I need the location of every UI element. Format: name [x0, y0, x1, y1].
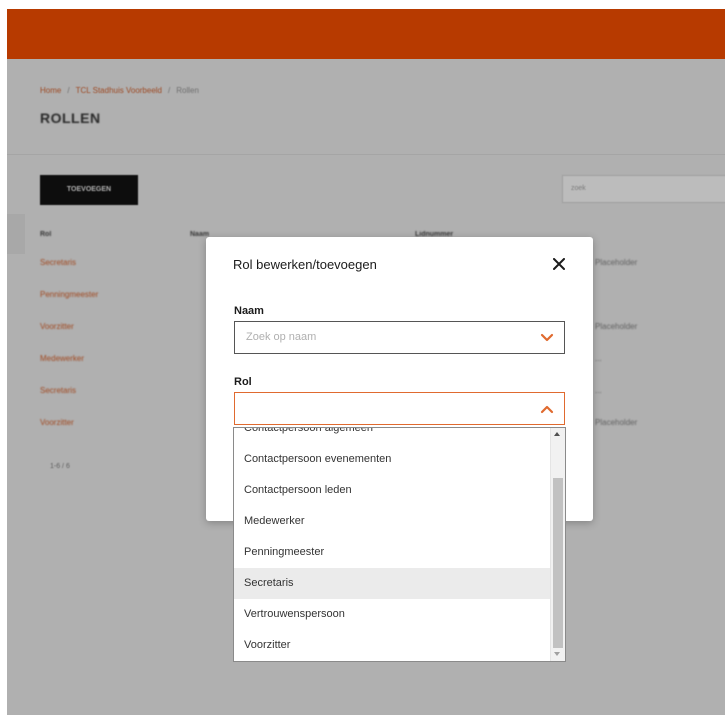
- naam-placeholder: Zoek op naam: [246, 331, 317, 343]
- naam-label: Naam: [234, 305, 264, 317]
- dropdown-option[interactable]: Contactpersoon leden: [234, 475, 550, 506]
- chevron-down-icon: [540, 333, 554, 342]
- dialog-title: Rol bewerken/toevoegen: [233, 257, 377, 272]
- scroll-up-arrow-icon[interactable]: [554, 432, 560, 436]
- dropdown-option-highlighted[interactable]: Secretaris: [234, 568, 550, 599]
- scroll-down-arrow-icon[interactable]: [554, 652, 560, 656]
- rol-select[interactable]: [234, 392, 565, 425]
- dropdown-option[interactable]: Voorzitter: [234, 630, 550, 661]
- dropdown-option[interactable]: Contactpersoon evenementen: [234, 444, 550, 475]
- dropdown-scrollbar[interactable]: [550, 428, 565, 661]
- rol-label: Rol: [234, 376, 252, 388]
- dropdown-option[interactable]: Medewerker: [234, 506, 550, 537]
- chevron-up-icon: [540, 405, 554, 414]
- scrollbar-thumb[interactable]: [553, 478, 563, 648]
- dropdown-option[interactable]: Vertrouwenspersoon: [234, 599, 550, 630]
- rol-dropdown-list[interactable]: Contactpersoon algemeen Contactpersoon e…: [233, 427, 566, 662]
- close-button[interactable]: [546, 251, 572, 277]
- dropdown-option[interactable]: Penningmeester: [234, 537, 550, 568]
- top-navigation-bar: [7, 9, 725, 59]
- naam-select[interactable]: Zoek op naam: [234, 321, 565, 354]
- close-icon: [553, 258, 565, 270]
- dropdown-option[interactable]: Contactpersoon algemeen: [234, 428, 550, 444]
